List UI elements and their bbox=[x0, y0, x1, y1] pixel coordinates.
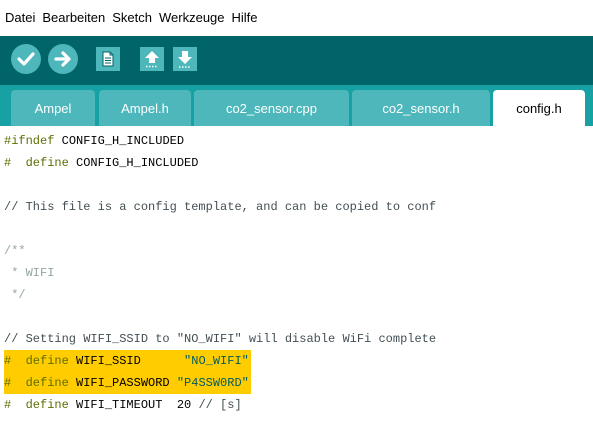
code-line: */ bbox=[0, 284, 593, 306]
menu-bearbeiten[interactable]: Bearbeiten bbox=[42, 10, 105, 26]
tab-ampel-h[interactable]: Ampel.h bbox=[99, 90, 191, 126]
code-token: define bbox=[11, 398, 69, 412]
code-line: #ifndef CONFIG_H_INCLUDED bbox=[0, 130, 593, 152]
arrow-right-icon bbox=[54, 51, 71, 67]
code-token: */ bbox=[4, 288, 26, 302]
code-line: # define WIFI_TIMEOUT 20 // [s] bbox=[0, 394, 593, 416]
code-line: # define CONFIG_H_INCLUDED bbox=[0, 152, 593, 174]
code-token: "P4SSW0RD" bbox=[176, 376, 249, 390]
code-line: * WIFI bbox=[0, 262, 593, 284]
code-token: // This file is a config template, and c… bbox=[4, 200, 437, 214]
code-token: #ifndef bbox=[4, 134, 55, 148]
code-token: WIFI_SSID bbox=[68, 354, 141, 368]
menu-hilfe[interactable]: Hilfe bbox=[232, 10, 258, 26]
checkmark-icon bbox=[17, 52, 35, 66]
save-button[interactable] bbox=[173, 47, 197, 71]
code-token: define bbox=[11, 156, 69, 170]
code-token: CONFIG_H_INCLUDED bbox=[54, 134, 185, 148]
code-line: # define WIFI_SSID "NO_WIFI" bbox=[0, 350, 593, 372]
code-line: /** bbox=[0, 240, 593, 262]
menu-datei[interactable]: Datei bbox=[5, 10, 35, 26]
code-token: /** bbox=[4, 244, 26, 258]
code-editor[interactable]: #ifndef CONFIG_H_INCLUDED # define CONFIG… bbox=[0, 126, 593, 432]
code-token: "NO_WIFI" bbox=[184, 354, 249, 368]
tab-bar: Ampel Ampel.h co2_sensor.cpp co2_sensor.… bbox=[0, 85, 593, 126]
code-token: WIFI_PASSWORD bbox=[68, 376, 170, 390]
code-token: define bbox=[11, 354, 69, 368]
code-line: # define WIFI_PASSWORD "P4SSW0RD" bbox=[0, 372, 593, 394]
menu-werkzeuge[interactable]: Werkzeuge bbox=[159, 10, 225, 26]
code-token: define bbox=[11, 376, 69, 390]
menu-sketch[interactable]: Sketch bbox=[112, 10, 152, 26]
new-file-icon bbox=[102, 51, 114, 67]
tab-co2-sensor-h[interactable]: co2_sensor.h bbox=[352, 90, 490, 126]
arrow-up-icon bbox=[145, 51, 159, 68]
code-token: // [s] bbox=[191, 398, 242, 412]
code-token: WIFI_TIMEOUT bbox=[68, 398, 163, 412]
code-token: * WIFI bbox=[4, 266, 55, 280]
open-button[interactable] bbox=[140, 47, 164, 71]
verify-button[interactable] bbox=[11, 44, 41, 74]
code-line: // Setting WIFI_SSID to "NO_WIFI" will d… bbox=[0, 328, 593, 350]
toolbar bbox=[0, 36, 593, 85]
tab-config-h[interactable]: config.h bbox=[493, 90, 585, 126]
tab-ampel[interactable]: Ampel bbox=[11, 90, 95, 126]
menu-bar: Datei Bearbeiten Sketch Werkzeuge Hilfe bbox=[0, 0, 593, 36]
upload-button[interactable] bbox=[48, 44, 78, 74]
arrow-down-icon bbox=[178, 51, 192, 68]
code-token: CONFIG_H_INCLUDED bbox=[68, 156, 199, 170]
new-button[interactable] bbox=[96, 47, 120, 71]
code-token: // Setting WIFI_SSID to "NO_WIFI" will d… bbox=[4, 332, 437, 346]
code-token: 20 bbox=[162, 398, 192, 412]
tab-co2-sensor-cpp[interactable]: co2_sensor.cpp bbox=[194, 90, 349, 126]
code-line: // This file is a config template, and c… bbox=[0, 196, 593, 218]
